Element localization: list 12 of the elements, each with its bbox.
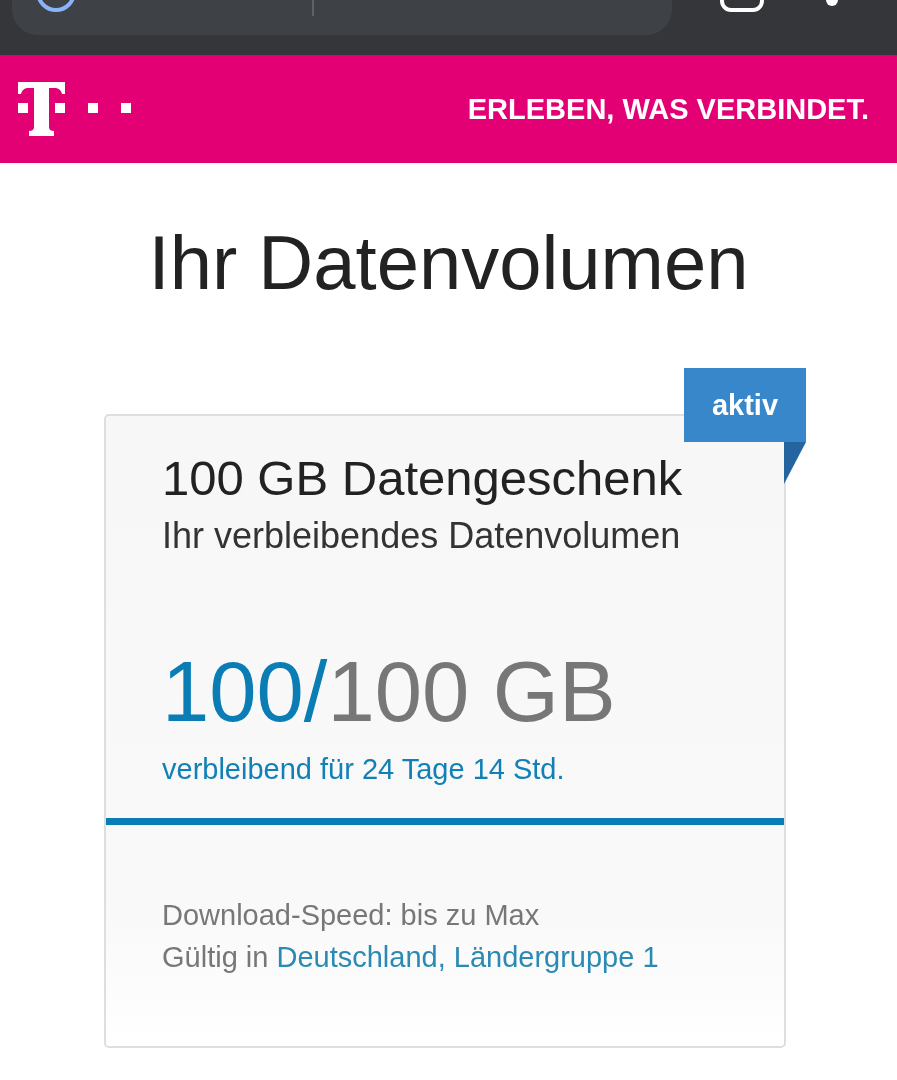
page-title: Ihr Datenvolumen xyxy=(148,219,749,307)
pass-name: 100 GB Datengeschenk xyxy=(162,450,683,507)
ribbon-fold-icon xyxy=(784,442,806,484)
validity-text: Gültig in Deutschland, Ländergruppe 1 xyxy=(162,940,659,975)
pass-subtitle: Ihr verbleibendes Datenvolumen xyxy=(162,514,681,558)
status-badge: aktiv xyxy=(684,368,806,442)
region-link[interactable]: Deutschland, Ländergruppe 1 xyxy=(276,941,659,973)
logo[interactable] xyxy=(18,82,131,136)
tagline: ERLEBEN, WAS VERBINDET. xyxy=(467,92,869,126)
speed-text: Download-Speed: bis zu Max xyxy=(162,898,540,933)
time-remaining: verbleibend für 24 Tage 14 Std. xyxy=(162,752,565,786)
volume-reading: 100/100 GB xyxy=(162,643,616,741)
